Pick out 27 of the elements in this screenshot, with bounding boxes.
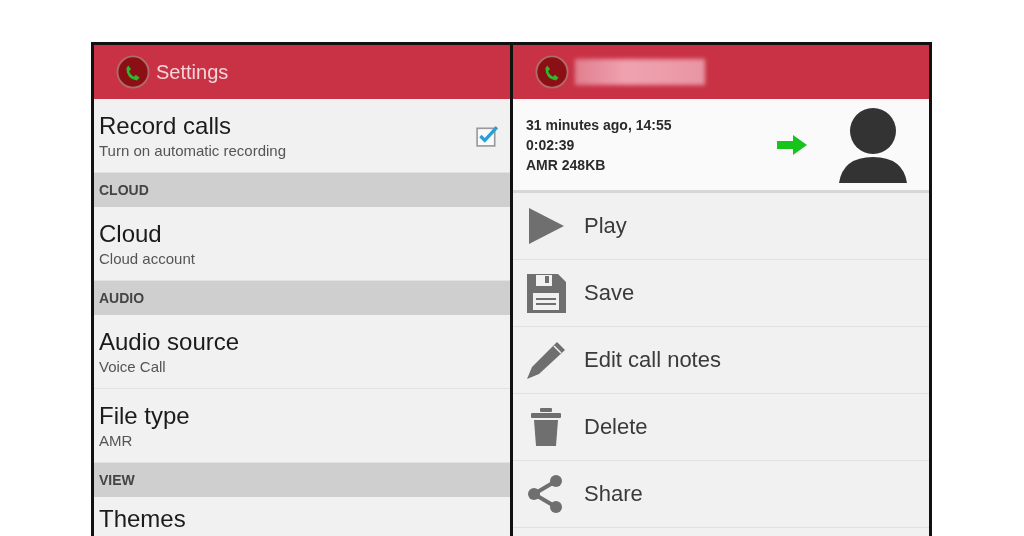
menu-item[interactable]: Delete bbox=[513, 394, 929, 461]
recording-format: AMR 248KB bbox=[526, 156, 607, 173]
recording-duration: 0:02:39 bbox=[526, 136, 576, 153]
menu-item[interactable]: Share bbox=[513, 461, 929, 528]
setting-title[interactable]: Cloud bbox=[99, 220, 498, 248]
setting-title[interactable]: Themes bbox=[99, 505, 498, 533]
setting-summary: AMR bbox=[99, 432, 134, 449]
section-header: VIEW bbox=[94, 463, 510, 497]
screen-title: Settings bbox=[156, 60, 229, 84]
setting-summary: Turn on automatic recording bbox=[99, 142, 288, 159]
menu-item[interactable]: Play bbox=[513, 193, 929, 260]
play-icon bbox=[526, 206, 566, 246]
setting-summary: Voice Call bbox=[99, 358, 167, 375]
person-silhouette-icon bbox=[837, 106, 909, 183]
setting-title[interactable]: Audio source bbox=[99, 328, 498, 356]
setting-summary: Cloud account bbox=[99, 250, 196, 267]
recording-time: 31 minutes ago, 14:55 bbox=[526, 116, 673, 133]
checkbox[interactable] bbox=[476, 124, 498, 147]
section-header: CLOUD bbox=[94, 173, 510, 207]
setting-title[interactable]: Record calls bbox=[99, 112, 476, 140]
phone-app-icon bbox=[535, 55, 569, 89]
pencil-icon bbox=[526, 340, 566, 380]
menu-item[interactable]: Edit call notes bbox=[513, 327, 929, 394]
setting-title[interactable]: File type bbox=[99, 402, 498, 430]
section-header: AUDIO bbox=[94, 281, 510, 315]
phone-app-icon bbox=[116, 55, 150, 89]
menu-item[interactable]: Save bbox=[513, 260, 929, 327]
